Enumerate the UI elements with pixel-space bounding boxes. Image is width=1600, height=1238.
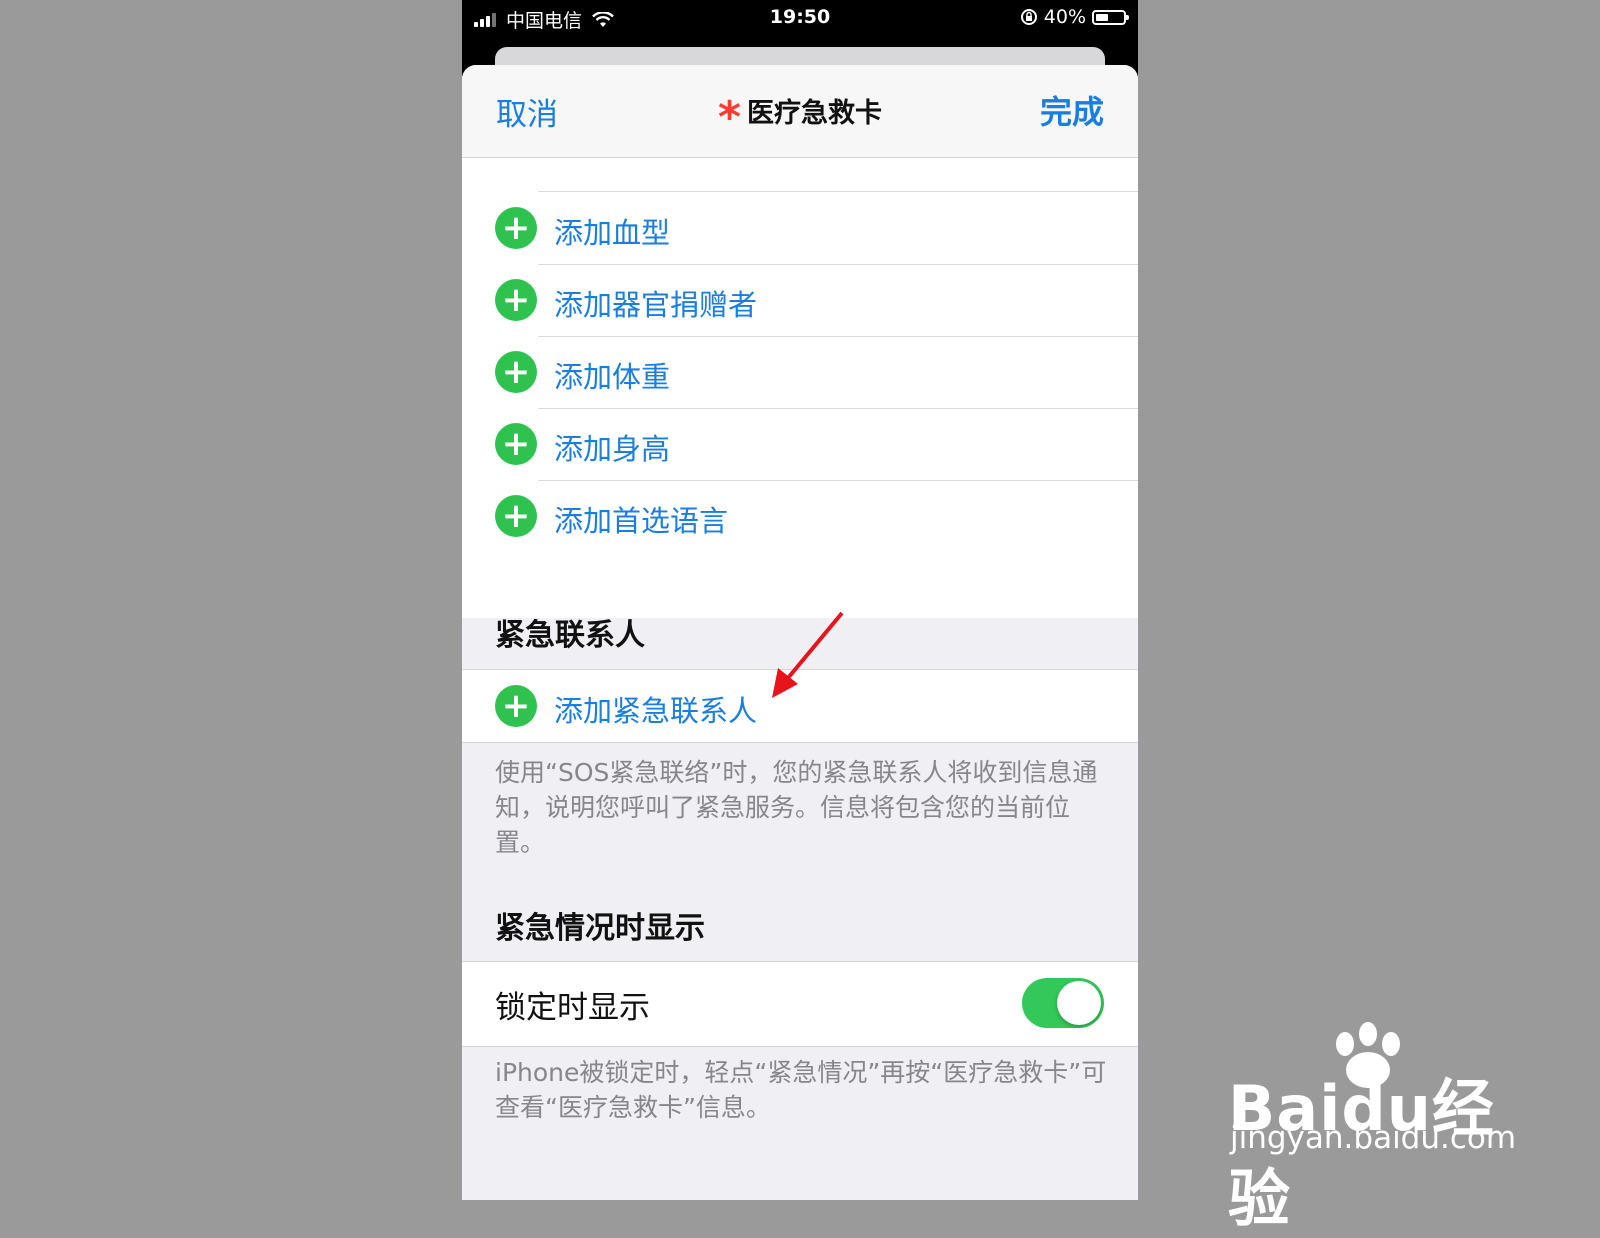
emergency-contacts-footer: 使用“SOS紧急联络”时，您的紧急联系人将收到信息通知，说明您呼叫了紧急服务。信… bbox=[495, 758, 1098, 857]
list-item bbox=[462, 158, 1138, 192]
add-fields-list: + 添加血型 + 添加器官捐赠者 + 添加体重 + 添加身高 + 添加首选语言 bbox=[462, 158, 1138, 618]
page-title: * 医疗急救卡 bbox=[462, 91, 1138, 143]
medical-star-icon: * bbox=[717, 92, 741, 143]
add-icon[interactable]: + bbox=[495, 423, 537, 465]
status-bar: 中国电信 19:50 40% bbox=[462, 0, 1138, 36]
add-icon[interactable]: + bbox=[495, 495, 537, 537]
add-blood-type-row[interactable]: + 添加血型 bbox=[462, 192, 1138, 264]
battery-percent: 40% bbox=[1043, 6, 1086, 28]
add-organ-donor-label[interactable]: 添加器官捐赠者 bbox=[554, 282, 757, 324]
orientation-lock-icon bbox=[1020, 9, 1037, 25]
add-language-label[interactable]: 添加首选语言 bbox=[554, 498, 728, 540]
nav-bar: 取消 * 医疗急救卡 完成 bbox=[462, 65, 1138, 158]
battery-icon bbox=[1092, 9, 1129, 25]
show-when-locked-label: 锁定时显示 bbox=[495, 990, 650, 1026]
page-title-text: 医疗急救卡 bbox=[747, 98, 882, 129]
emergency-contacts-header: 紧急联系人 bbox=[495, 618, 645, 653]
add-emergency-contact-label[interactable]: 添加紧急联系人 bbox=[554, 688, 757, 730]
add-weight-label[interactable]: 添加体重 bbox=[554, 354, 670, 396]
add-blood-type-label[interactable]: 添加血型 bbox=[554, 210, 670, 252]
done-button[interactable]: 完成 bbox=[1040, 87, 1104, 133]
show-when-locked-header: 紧急情况时显示 bbox=[495, 911, 705, 946]
watermark-url: jingyan.baidu.com bbox=[1230, 1120, 1517, 1156]
show-when-locked-row: 锁定时显示 bbox=[462, 961, 1138, 1047]
add-height-label[interactable]: 添加身高 bbox=[554, 426, 670, 468]
add-emergency-contact-row[interactable]: + 添加紧急联系人 bbox=[462, 669, 1138, 743]
add-icon[interactable]: + bbox=[495, 207, 537, 249]
add-weight-row[interactable]: + 添加体重 bbox=[462, 336, 1138, 408]
add-language-row[interactable]: + 添加首选语言 bbox=[462, 480, 1138, 552]
add-height-row[interactable]: + 添加身高 bbox=[462, 408, 1138, 480]
add-icon[interactable]: + bbox=[495, 279, 537, 321]
show-when-locked-toggle[interactable] bbox=[1022, 978, 1104, 1028]
add-organ-donor-row[interactable]: + 添加器官捐赠者 bbox=[462, 264, 1138, 336]
show-when-locked-footer: iPhone被锁定时，轻点“紧急情况”再按“医疗急救卡”可查看“医疗急救卡”信息… bbox=[495, 1058, 1107, 1122]
watermark: Baidu经验 jingyan.baidu.com bbox=[1228, 1022, 1528, 1235]
medical-id-sheet: 取消 * 医疗急救卡 完成 + 添加血型 + 添加器官捐赠者 + 添加体重 + … bbox=[462, 65, 1138, 1200]
phone-screen: 中国电信 19:50 40% 取消 * 医疗急救卡 完成 + 添加血型 + 添加… bbox=[462, 0, 1138, 1200]
add-icon[interactable]: + bbox=[495, 351, 537, 393]
